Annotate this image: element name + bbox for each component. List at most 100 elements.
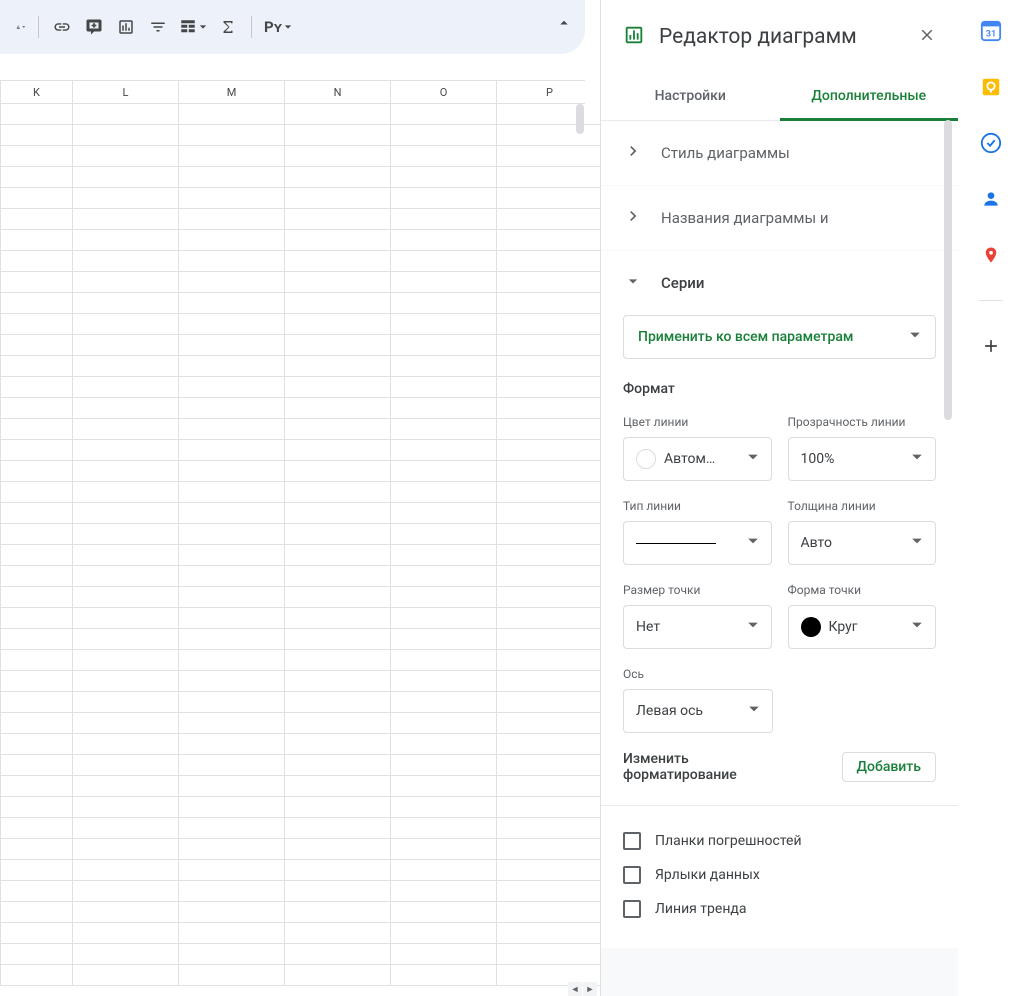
cell[interactable]	[0, 209, 73, 230]
cell[interactable]	[179, 587, 285, 608]
section-header-series[interactable]: Серии	[601, 251, 958, 315]
cell[interactable]	[391, 671, 497, 692]
cell[interactable]	[391, 755, 497, 776]
cell[interactable]	[391, 860, 497, 881]
cell[interactable]	[285, 209, 391, 230]
close-button[interactable]	[918, 26, 936, 48]
cell[interactable]	[73, 230, 179, 251]
cell[interactable]	[391, 629, 497, 650]
cell[interactable]	[179, 860, 285, 881]
cell[interactable]	[285, 377, 391, 398]
cell[interactable]	[0, 944, 73, 965]
cell[interactable]	[391, 608, 497, 629]
cell[interactable]	[497, 692, 603, 713]
cell[interactable]	[179, 923, 285, 944]
cell[interactable]	[285, 965, 391, 986]
cell[interactable]	[497, 545, 603, 566]
cell[interactable]	[0, 314, 73, 335]
cell[interactable]	[285, 629, 391, 650]
cell[interactable]	[73, 608, 179, 629]
cell[interactable]	[73, 839, 179, 860]
cell[interactable]	[391, 188, 497, 209]
cell[interactable]	[73, 209, 179, 230]
cell[interactable]	[391, 482, 497, 503]
cell[interactable]	[0, 188, 73, 209]
cell[interactable]	[179, 734, 285, 755]
section-header-chart-titles[interactable]: Названия диаграммы и	[601, 186, 958, 250]
cell[interactable]	[497, 272, 603, 293]
cell[interactable]	[391, 167, 497, 188]
cell[interactable]	[179, 335, 285, 356]
cell[interactable]	[497, 755, 603, 776]
cell[interactable]	[0, 167, 73, 188]
cell[interactable]	[497, 671, 603, 692]
filter-button[interactable]	[143, 12, 173, 42]
cell[interactable]	[73, 818, 179, 839]
cell[interactable]	[73, 797, 179, 818]
cell[interactable]	[497, 440, 603, 461]
column-header-N[interactable]: N	[285, 81, 391, 103]
cell[interactable]	[179, 146, 285, 167]
cell[interactable]	[391, 230, 497, 251]
cell[interactable]	[73, 755, 179, 776]
cell[interactable]	[391, 902, 497, 923]
cell[interactable]	[285, 734, 391, 755]
column-header-M[interactable]: M	[179, 81, 285, 103]
cell[interactable]	[179, 314, 285, 335]
cell[interactable]	[497, 734, 603, 755]
cell[interactable]	[73, 251, 179, 272]
cell[interactable]	[179, 545, 285, 566]
cell[interactable]	[73, 671, 179, 692]
cell[interactable]	[0, 776, 73, 797]
cell[interactable]	[0, 272, 73, 293]
cell[interactable]	[391, 293, 497, 314]
cell[interactable]	[391, 734, 497, 755]
cell[interactable]	[391, 524, 497, 545]
cell[interactable]	[391, 209, 497, 230]
insert-link-button[interactable]	[47, 12, 77, 42]
cell[interactable]	[497, 230, 603, 251]
cell[interactable]	[0, 566, 73, 587]
panel-scrollbar[interactable]	[944, 120, 952, 420]
cell[interactable]	[0, 251, 73, 272]
cell[interactable]	[285, 314, 391, 335]
cell[interactable]	[179, 377, 285, 398]
table-view-button[interactable]	[175, 18, 211, 36]
cell[interactable]	[179, 524, 285, 545]
cell[interactable]	[0, 902, 73, 923]
cell[interactable]	[0, 734, 73, 755]
cell[interactable]	[497, 566, 603, 587]
cell[interactable]	[285, 923, 391, 944]
cell[interactable]	[179, 461, 285, 482]
cell[interactable]	[179, 419, 285, 440]
cell[interactable]	[497, 419, 603, 440]
cell[interactable]	[497, 881, 603, 902]
cell[interactable]	[179, 230, 285, 251]
insert-comment-button[interactable]	[79, 12, 109, 42]
cell[interactable]	[73, 965, 179, 986]
cell[interactable]	[497, 356, 603, 377]
cell[interactable]	[73, 587, 179, 608]
functions-button[interactable]	[213, 12, 243, 42]
cell[interactable]	[497, 377, 603, 398]
cell[interactable]	[0, 440, 73, 461]
cell[interactable]	[497, 944, 603, 965]
cell[interactable]	[73, 566, 179, 587]
calendar-app-icon[interactable]: 31	[980, 20, 1002, 42]
checkbox-error-bars[interactable]: Планки погрешностей	[623, 824, 936, 858]
cell[interactable]	[73, 503, 179, 524]
cell[interactable]	[179, 188, 285, 209]
cell[interactable]	[391, 713, 497, 734]
cell[interactable]	[391, 314, 497, 335]
cell[interactable]	[179, 167, 285, 188]
cell[interactable]	[179, 398, 285, 419]
text-color-button[interactable]	[12, 23, 30, 31]
cell[interactable]	[0, 419, 73, 440]
cell[interactable]	[285, 944, 391, 965]
cell[interactable]	[497, 818, 603, 839]
cell[interactable]	[0, 545, 73, 566]
cell[interactable]	[391, 461, 497, 482]
cell[interactable]	[179, 440, 285, 461]
cell[interactable]	[285, 230, 391, 251]
cell[interactable]	[179, 608, 285, 629]
